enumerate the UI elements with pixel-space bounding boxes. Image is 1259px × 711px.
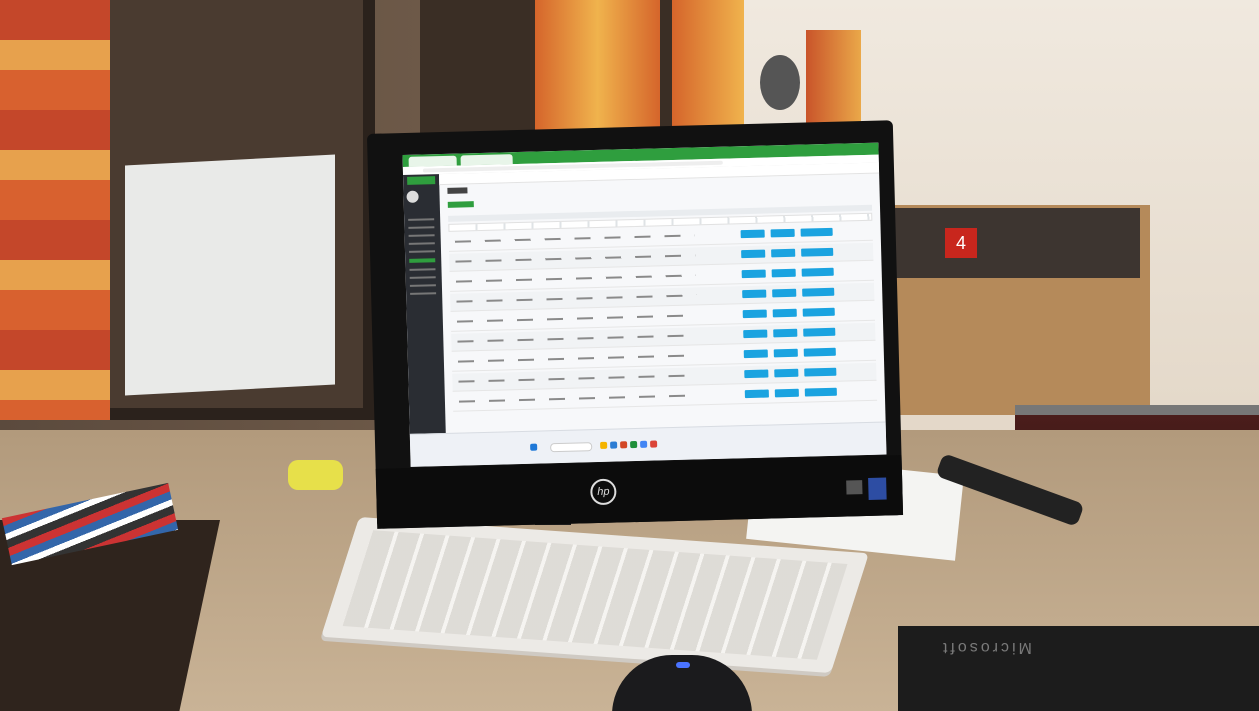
row-action-button[interactable] (743, 329, 768, 339)
row-cells (454, 234, 695, 243)
row-action-button[interactable] (804, 367, 837, 377)
curtain-right (806, 30, 861, 130)
add-record-button[interactable] (447, 201, 474, 208)
taskbar-app-icon[interactable] (610, 441, 618, 449)
mousepad-brand: Microsoft (940, 639, 1032, 656)
row-action-button[interactable] (804, 387, 837, 397)
row-action-button[interactable] (741, 249, 766, 259)
intel-sticker (868, 477, 887, 500)
row-action-button[interactable] (771, 268, 796, 278)
row-action-button[interactable] (801, 247, 834, 257)
app-sidebar (403, 174, 446, 435)
row-action-button[interactable] (772, 288, 797, 298)
row-action-button[interactable] (771, 248, 796, 258)
sidebar-item[interactable] (408, 234, 435, 237)
all-in-one-monitor: hp (366, 120, 904, 529)
curtain-window-2 (672, 0, 744, 135)
curtain-left (0, 0, 110, 420)
room-number-sign: 4 (945, 228, 977, 258)
user-avatar (406, 190, 419, 203)
row-action-button[interactable] (744, 389, 769, 399)
sidebar-item-active[interactable] (409, 258, 436, 263)
row-action-button[interactable] (742, 309, 767, 319)
row-action-button[interactable] (741, 269, 766, 279)
row-action-button[interactable] (742, 289, 767, 299)
photo-scene: 4 Microsoft hp (0, 0, 1259, 711)
row-action-button[interactable] (743, 349, 768, 359)
taskbar-app-icon[interactable] (600, 441, 608, 449)
sidebar-item[interactable] (409, 276, 436, 279)
row-action-button[interactable] (744, 369, 769, 379)
taskbar-app-icon[interactable] (630, 440, 638, 449)
row-action-button[interactable] (740, 229, 765, 239)
row-action-button[interactable] (774, 388, 799, 398)
row-cells (458, 374, 699, 383)
row-action-button[interactable] (802, 307, 835, 317)
row-cells (456, 314, 697, 323)
sidebar-item[interactable] (408, 250, 436, 253)
row-action-button[interactable] (770, 228, 795, 238)
taskbar-app-icon[interactable] (620, 441, 628, 449)
data-table (448, 204, 878, 424)
row-action-button[interactable] (801, 267, 834, 277)
hp-logo: hp (590, 478, 617, 506)
row-cells (457, 354, 698, 363)
taskbar-app-icon[interactable] (640, 440, 648, 448)
keyboard-keys[interactable] (342, 530, 848, 660)
sidebar-item[interactable] (408, 218, 435, 221)
sidebar-item[interactable] (409, 268, 436, 271)
sidebar-item[interactable] (409, 284, 436, 287)
sidebar-item[interactable] (408, 226, 435, 229)
mouse-led (676, 662, 690, 668)
row-cells (457, 334, 698, 343)
start-icon[interactable] (530, 443, 538, 451)
curtain-window-1 (535, 0, 660, 135)
cabinet-top-shelf (890, 208, 1140, 278)
row-action-button[interactable] (803, 327, 836, 337)
monitor-screen[interactable] (402, 142, 887, 467)
sidebar-item[interactable] (410, 292, 437, 295)
row-action-button[interactable] (802, 287, 835, 297)
wall-fan (760, 55, 800, 110)
row-cells (458, 394, 699, 403)
tape-measure (288, 460, 343, 490)
row-action-button[interactable] (803, 347, 836, 357)
app-logo (407, 176, 436, 185)
whiteboard (125, 154, 335, 396)
row-action-button[interactable] (773, 348, 798, 358)
taskbar-app-icon[interactable] (650, 440, 658, 448)
row-cells (455, 274, 696, 283)
row-action-button[interactable] (772, 308, 797, 318)
row-action-button[interactable] (774, 368, 799, 378)
row-cells (456, 294, 697, 303)
sidebar-item[interactable] (408, 242, 435, 245)
sticker (846, 480, 863, 495)
row-action-button[interactable] (773, 328, 798, 338)
page-title (447, 187, 468, 194)
taskbar-search[interactable] (550, 442, 593, 453)
row-action-button[interactable] (800, 227, 833, 237)
row-cells (455, 254, 696, 263)
